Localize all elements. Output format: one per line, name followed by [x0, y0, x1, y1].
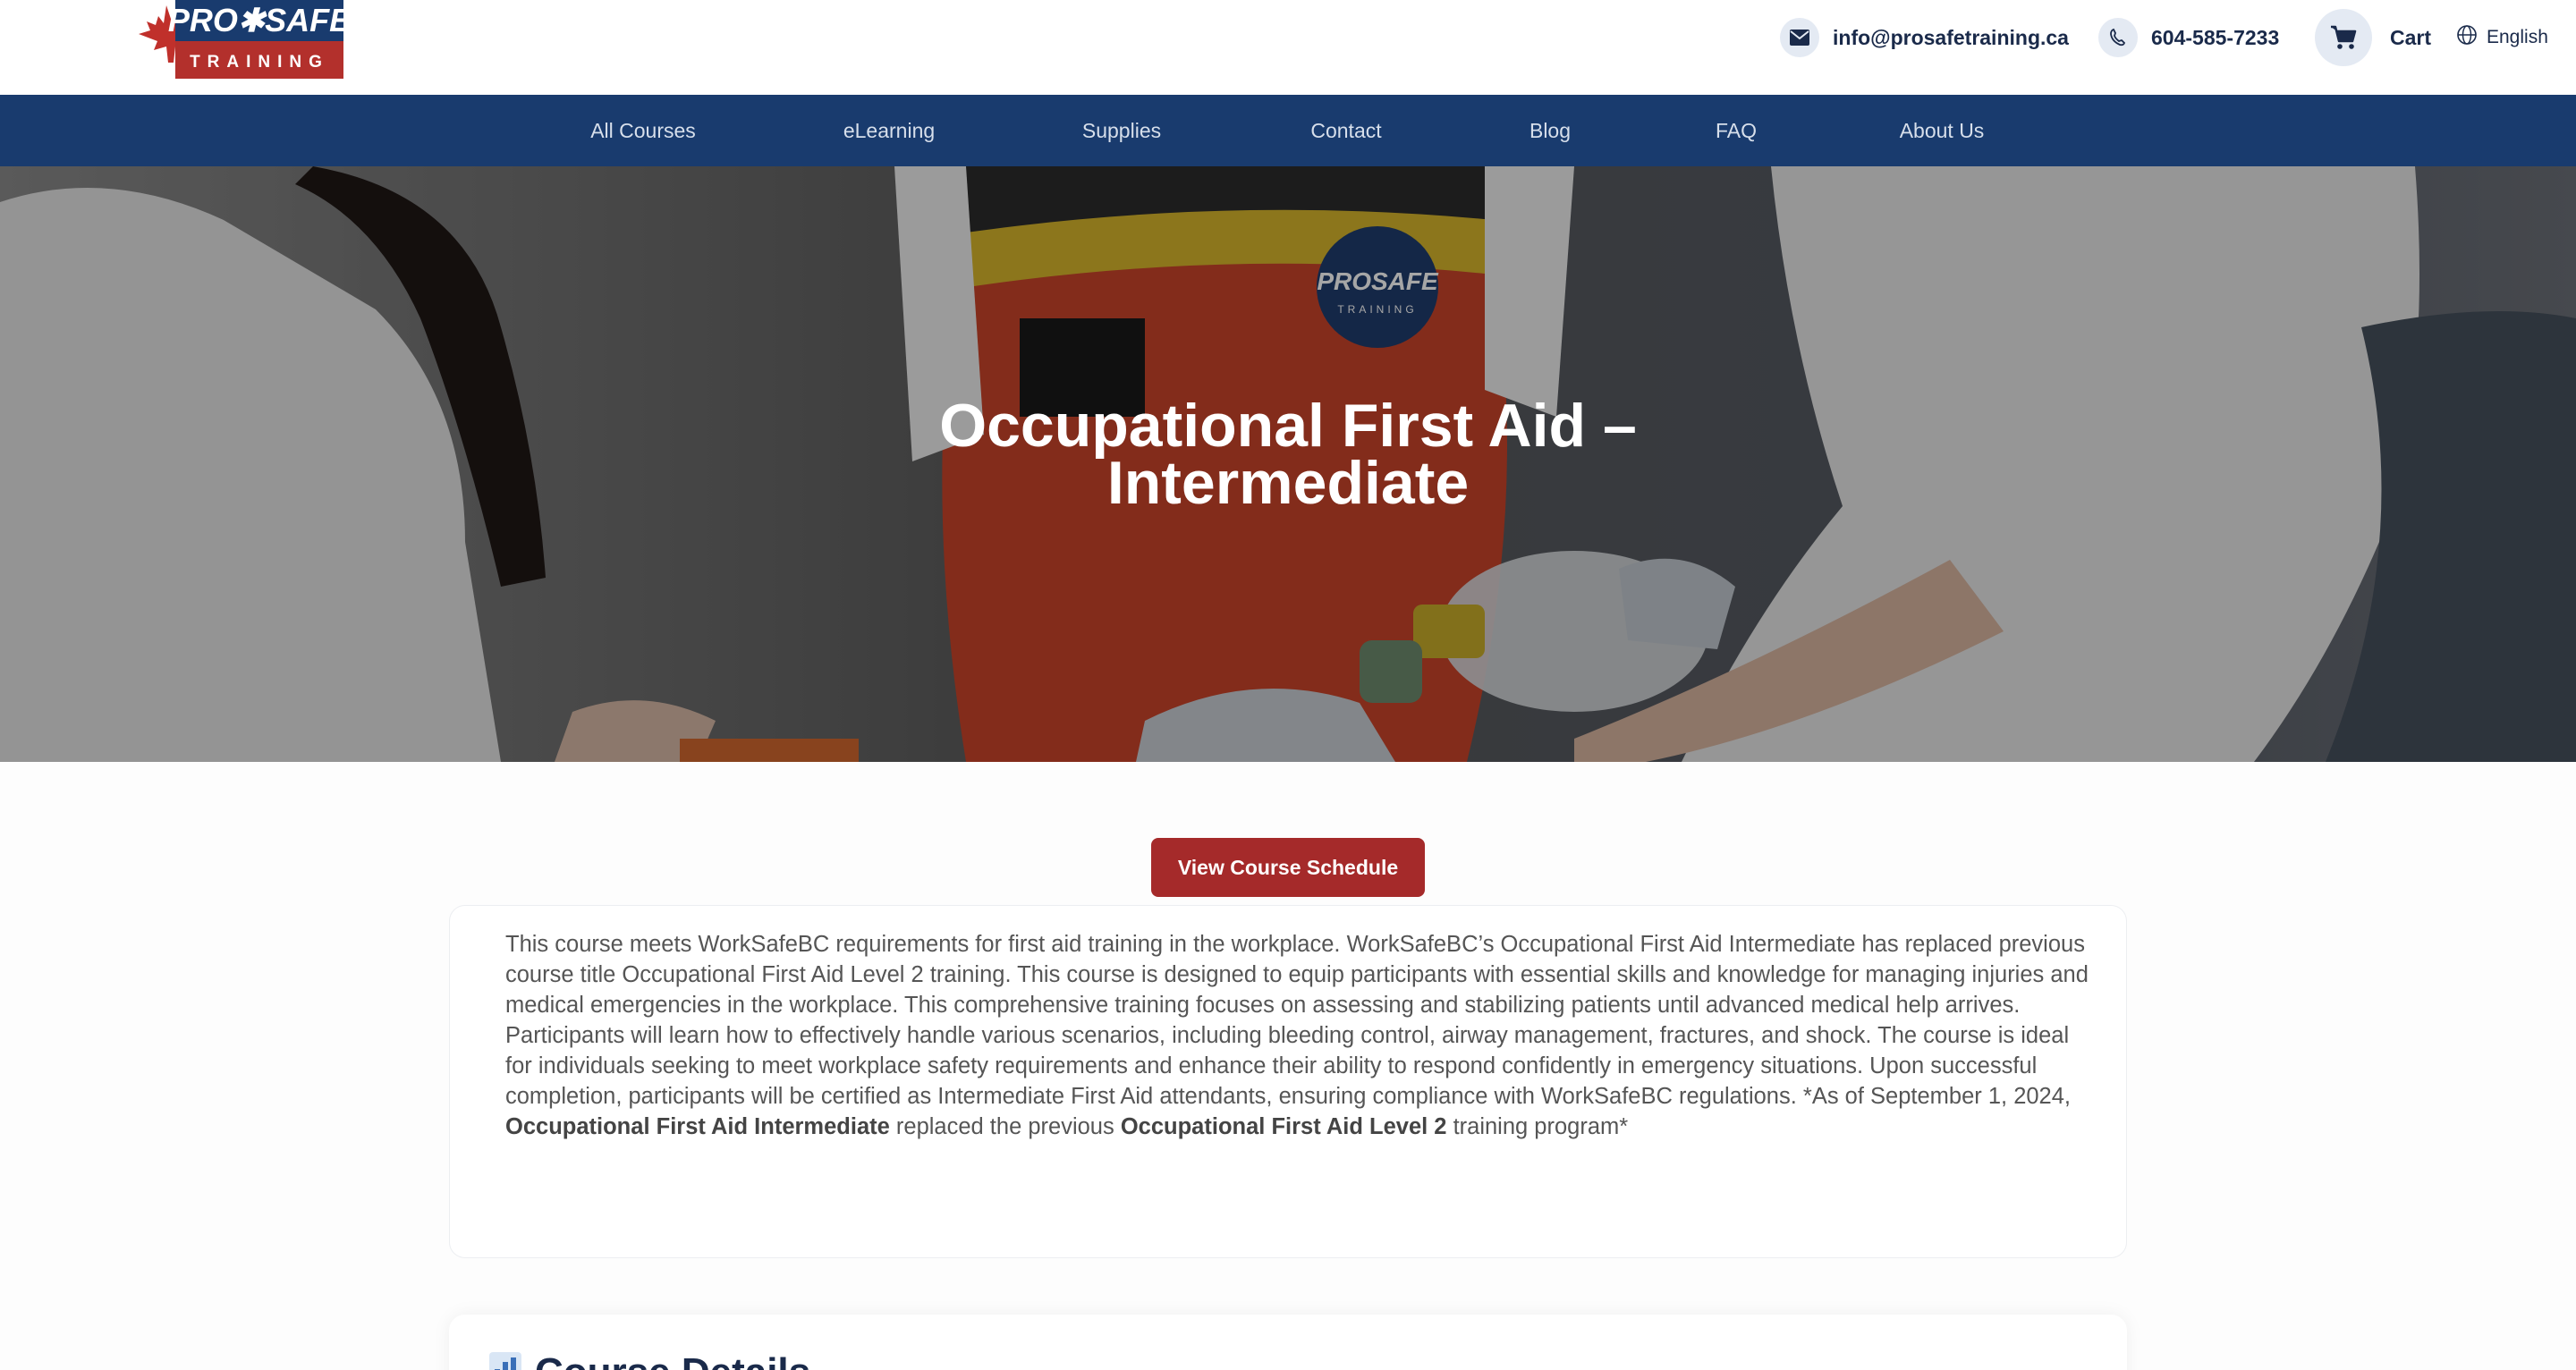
hero-banner: PROSAFE TRAINING Occupational First Aid …	[0, 166, 2576, 762]
email-link[interactable]: info@prosafetraining.ca	[1780, 13, 2069, 63]
cart-link[interactable]: Cart	[2315, 9, 2431, 66]
cart-label[interactable]: Cart	[2390, 26, 2431, 50]
nav-item-all-courses[interactable]: All Courses	[590, 95, 696, 166]
description-middle: replaced the previous	[895, 1114, 1114, 1139]
course-details-card: Course Details	[449, 1315, 2127, 1370]
phone-link[interactable]: 604-585-7233	[2098, 13, 2279, 63]
top-header: PRO✱SAFE TRAINING info@prosafetraining.c…	[0, 0, 2576, 95]
email-text[interactable]: info@prosafetraining.ca	[1833, 26, 2069, 50]
nav-item-contact[interactable]: Contact	[1310, 95, 1381, 166]
bar-chart-icon	[488, 1350, 522, 1370]
nav-item-blog[interactable]: Blog	[1530, 95, 1571, 166]
description-bold-level2: Occupational First Aid Level 2	[1120, 1114, 1447, 1139]
page-title: Occupational First Aid – Intermediate	[0, 395, 2576, 513]
main-nav: All Courses eLearning Supplies Contact B…	[0, 95, 2576, 166]
phone-icon	[2098, 18, 2138, 57]
course-details-title: Course Details	[535, 1350, 810, 1370]
view-course-schedule-button[interactable]: View Course Schedule	[1151, 838, 1425, 897]
prosafe-logo[interactable]: PRO✱SAFE TRAINING	[134, 0, 349, 80]
language-selector[interactable]: English	[2456, 21, 2548, 54]
globe-icon	[2456, 24, 2478, 51]
svg-text:PRO✱SAFE: PRO✱SAFE	[168, 2, 349, 38]
nav-item-faq[interactable]: FAQ	[1716, 95, 1757, 166]
nav-item-about-us[interactable]: About Us	[1900, 95, 1985, 166]
page-title-line2: Intermediate	[1106, 449, 1470, 517]
svg-text:TRAINING: TRAINING	[190, 53, 329, 72]
description-bold-intermediate: Occupational First Aid Intermediate	[505, 1114, 890, 1139]
description-body: This course meets WorkSafeBC requirement…	[505, 932, 2089, 1109]
nav-item-supplies[interactable]: Supplies	[1082, 95, 1161, 166]
description-tail: training program*	[1453, 1114, 1629, 1139]
language-label[interactable]: English	[2487, 27, 2548, 48]
course-details-heading: Course Details	[488, 1350, 810, 1370]
phone-text[interactable]: 604-585-7233	[2151, 26, 2279, 50]
nav-item-elearning[interactable]: eLearning	[843, 95, 935, 166]
course-description-card: This course meets WorkSafeBC requirement…	[449, 905, 2127, 1258]
course-description: This course meets WorkSafeBC requirement…	[505, 929, 2089, 1142]
cart-icon	[2315, 9, 2372, 66]
envelope-icon	[1780, 18, 1819, 57]
